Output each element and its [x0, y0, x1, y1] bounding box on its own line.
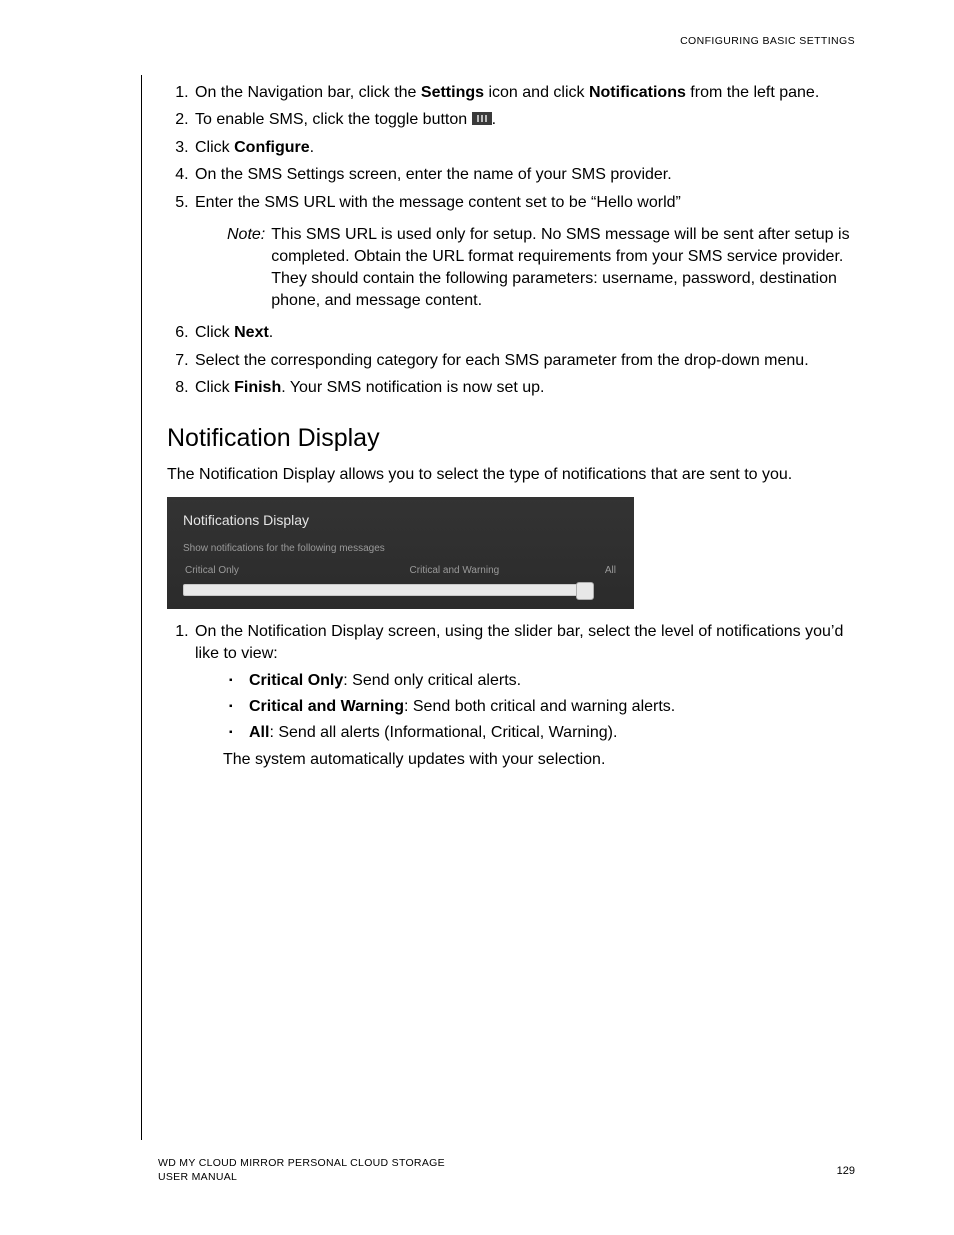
text: : Send all alerts (Informational, Critic…	[269, 724, 617, 741]
footer-left: WD MY CLOUD MIRROR PERSONAL CLOUD STORAG…	[158, 1156, 445, 1185]
step-7: Select the corresponding category for ea…	[193, 350, 857, 372]
panel-title: Notifications Display	[183, 511, 618, 531]
text: from the left pane.	[686, 84, 819, 101]
steps-list-c: On the Notification Display screen, usin…	[167, 621, 857, 771]
step-2: To enable SMS, click the toggle button .	[193, 109, 857, 131]
intro-paragraph: The Notification Display allows you to s…	[167, 464, 857, 486]
step-6: Click Next.	[193, 322, 857, 344]
text: icon and click	[484, 84, 589, 101]
text: .	[310, 139, 314, 156]
note-block: Note: This SMS URL is used only for setu…	[227, 224, 857, 312]
step-5: Enter the SMS URL with the message conte…	[193, 192, 857, 214]
note-body: This SMS URL is used only for setup. No …	[271, 224, 857, 312]
bullet-critical-only: Critical Only: Send only critical alerts…	[229, 670, 857, 692]
panel-options-row: Critical Only Critical and Warning All	[183, 564, 618, 578]
text: On the Notification Display screen, usin…	[195, 623, 843, 662]
bold: Configure	[234, 139, 310, 156]
footer-line1: WD MY CLOUD MIRROR PERSONAL CLOUD STORAG…	[158, 1157, 445, 1169]
text: Click	[195, 139, 234, 156]
running-header: CONFIGURING BASIC SETTINGS	[680, 35, 855, 47]
option-all: All	[605, 564, 616, 578]
panel-subtitle: Show notifications for the following mes…	[183, 542, 618, 556]
bullet-critical-and-warning: Critical and Warning: Send both critical…	[229, 696, 857, 718]
notification-level-slider[interactable]	[183, 584, 591, 596]
text: .	[269, 324, 273, 341]
note-label: Note:	[227, 224, 265, 312]
option-critical-and-warning: Critical and Warning	[410, 564, 500, 578]
steps-list-b: Click Next. Select the corresponding cat…	[167, 322, 857, 399]
text: On the Navigation bar, click the	[195, 84, 421, 101]
vertical-rule	[141, 75, 142, 1140]
text: : Send both critical and warning alerts.	[404, 698, 675, 715]
option-critical-only: Critical Only	[185, 564, 239, 578]
text: : Send only critical alerts.	[343, 672, 521, 689]
text: Click	[195, 324, 234, 341]
step-3: Click Configure.	[193, 137, 857, 159]
step-c1: On the Notification Display screen, usin…	[193, 621, 857, 771]
bold: Critical Only	[249, 672, 343, 689]
closing-line: The system automatically updates with yo…	[223, 749, 857, 771]
bullet-list: Critical Only: Send only critical alerts…	[229, 670, 857, 745]
text: .	[492, 111, 496, 128]
bullet-all: All: Send all alerts (Informational, Cri…	[229, 722, 857, 744]
main-content: On the Navigation bar, click the Setting…	[167, 82, 857, 776]
step-8: Click Finish. Your SMS notification is n…	[193, 377, 857, 399]
footer-line2: USER MANUAL	[158, 1171, 237, 1183]
slider-thumb[interactable]	[576, 582, 594, 600]
bold: Finish	[234, 379, 281, 396]
step-4: On the SMS Settings screen, enter the na…	[193, 164, 857, 186]
text: To enable SMS, click the toggle button	[195, 111, 472, 128]
bold: Settings	[421, 84, 484, 101]
text: . Your SMS notification is now set up.	[281, 379, 544, 396]
steps-list-a: On the Navigation bar, click the Setting…	[167, 82, 857, 214]
text: Click	[195, 379, 234, 396]
notifications-display-panel: Notifications Display Show notifications…	[167, 497, 634, 609]
bold: Notifications	[589, 84, 686, 101]
bold: All	[249, 724, 269, 741]
step-1: On the Navigation bar, click the Setting…	[193, 82, 857, 104]
bold: Critical and Warning	[249, 698, 404, 715]
bold: Next	[234, 324, 269, 341]
page-number: 129	[837, 1165, 855, 1177]
section-title: Notification Display	[167, 421, 857, 456]
toggle-icon	[472, 112, 492, 125]
